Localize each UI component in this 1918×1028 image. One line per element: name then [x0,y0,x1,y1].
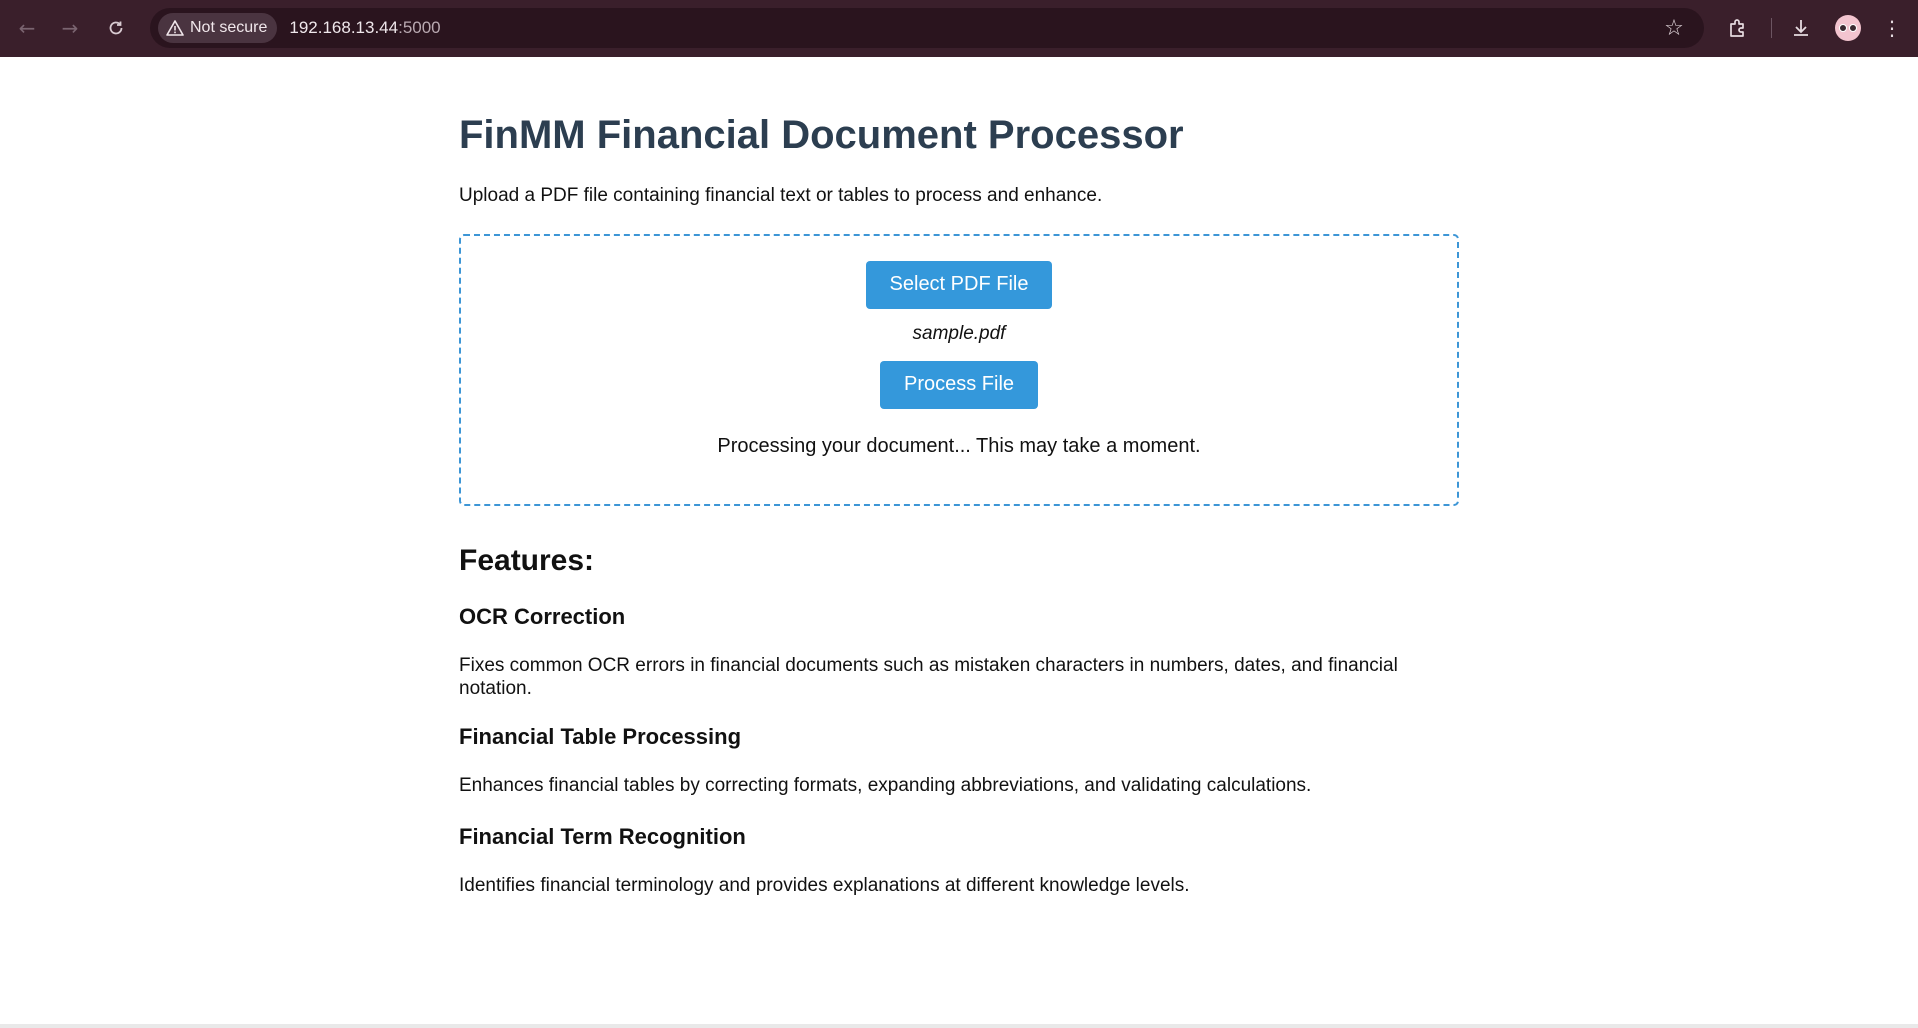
url-host: 192.168.13.44 [289,18,399,37]
security-label: Not secure [190,19,268,36]
select-pdf-button[interactable]: Select PDF File [865,260,1053,309]
upload-dropzone[interactable]: Select PDF File sample.pdf Process File … [459,233,1459,506]
warning-icon [166,19,184,37]
processing-status: Processing your document... This may tak… [717,434,1201,457]
selected-file-name: sample.pdf [912,322,1006,344]
intro-text: Upload a PDF file containing financial t… [459,185,1103,206]
url-port: :5000 [398,18,441,37]
toolbar-divider [1771,18,1772,38]
download-icon[interactable] [1787,14,1815,42]
main-content: FinMM Financial Document Processor Uploa… [459,57,1459,897]
menu-kebab-icon[interactable]: ⋮ [1878,14,1906,42]
security-chip[interactable]: Not secure [158,13,278,43]
forward-icon[interactable]: → [55,13,85,43]
extensions-icon[interactable] [1724,14,1752,42]
url-text[interactable]: 192.168.13.44:5000 [289,18,440,38]
window-bottom-edge [0,1024,1918,1028]
feature-title-table-processing: Financial Table Processing [459,723,742,749]
page-title: FinMM Financial Document Processor [459,113,1184,157]
feature-title-term-recognition: Financial Term Recognition [459,823,746,849]
feature-desc-ocr-correction: Fixes common OCR errors in financial doc… [459,654,1398,699]
features-heading: Features: [459,543,595,577]
feature-title-ocr-correction: OCR Correction [459,603,626,629]
back-icon[interactable]: ← [12,13,42,43]
profile-avatar[interactable] [1835,15,1861,41]
process-file-button[interactable]: Process File [879,360,1039,409]
reload-svg [109,21,123,35]
feature-desc-term-recognition: Identifies financial terminology and pro… [459,874,1190,896]
bookmark-star-icon[interactable]: ☆ [1662,16,1686,41]
reload-icon[interactable] [101,13,131,43]
address-bar[interactable]: Not secure 192.168.13.44:5000 ☆ [150,8,1704,48]
browser-toolbar: ← → Not secure 192.168.13.44:5000 ☆ ⋮ [0,0,1918,57]
feature-desc-table-processing: Enhances financial tables by correcting … [459,774,1312,796]
